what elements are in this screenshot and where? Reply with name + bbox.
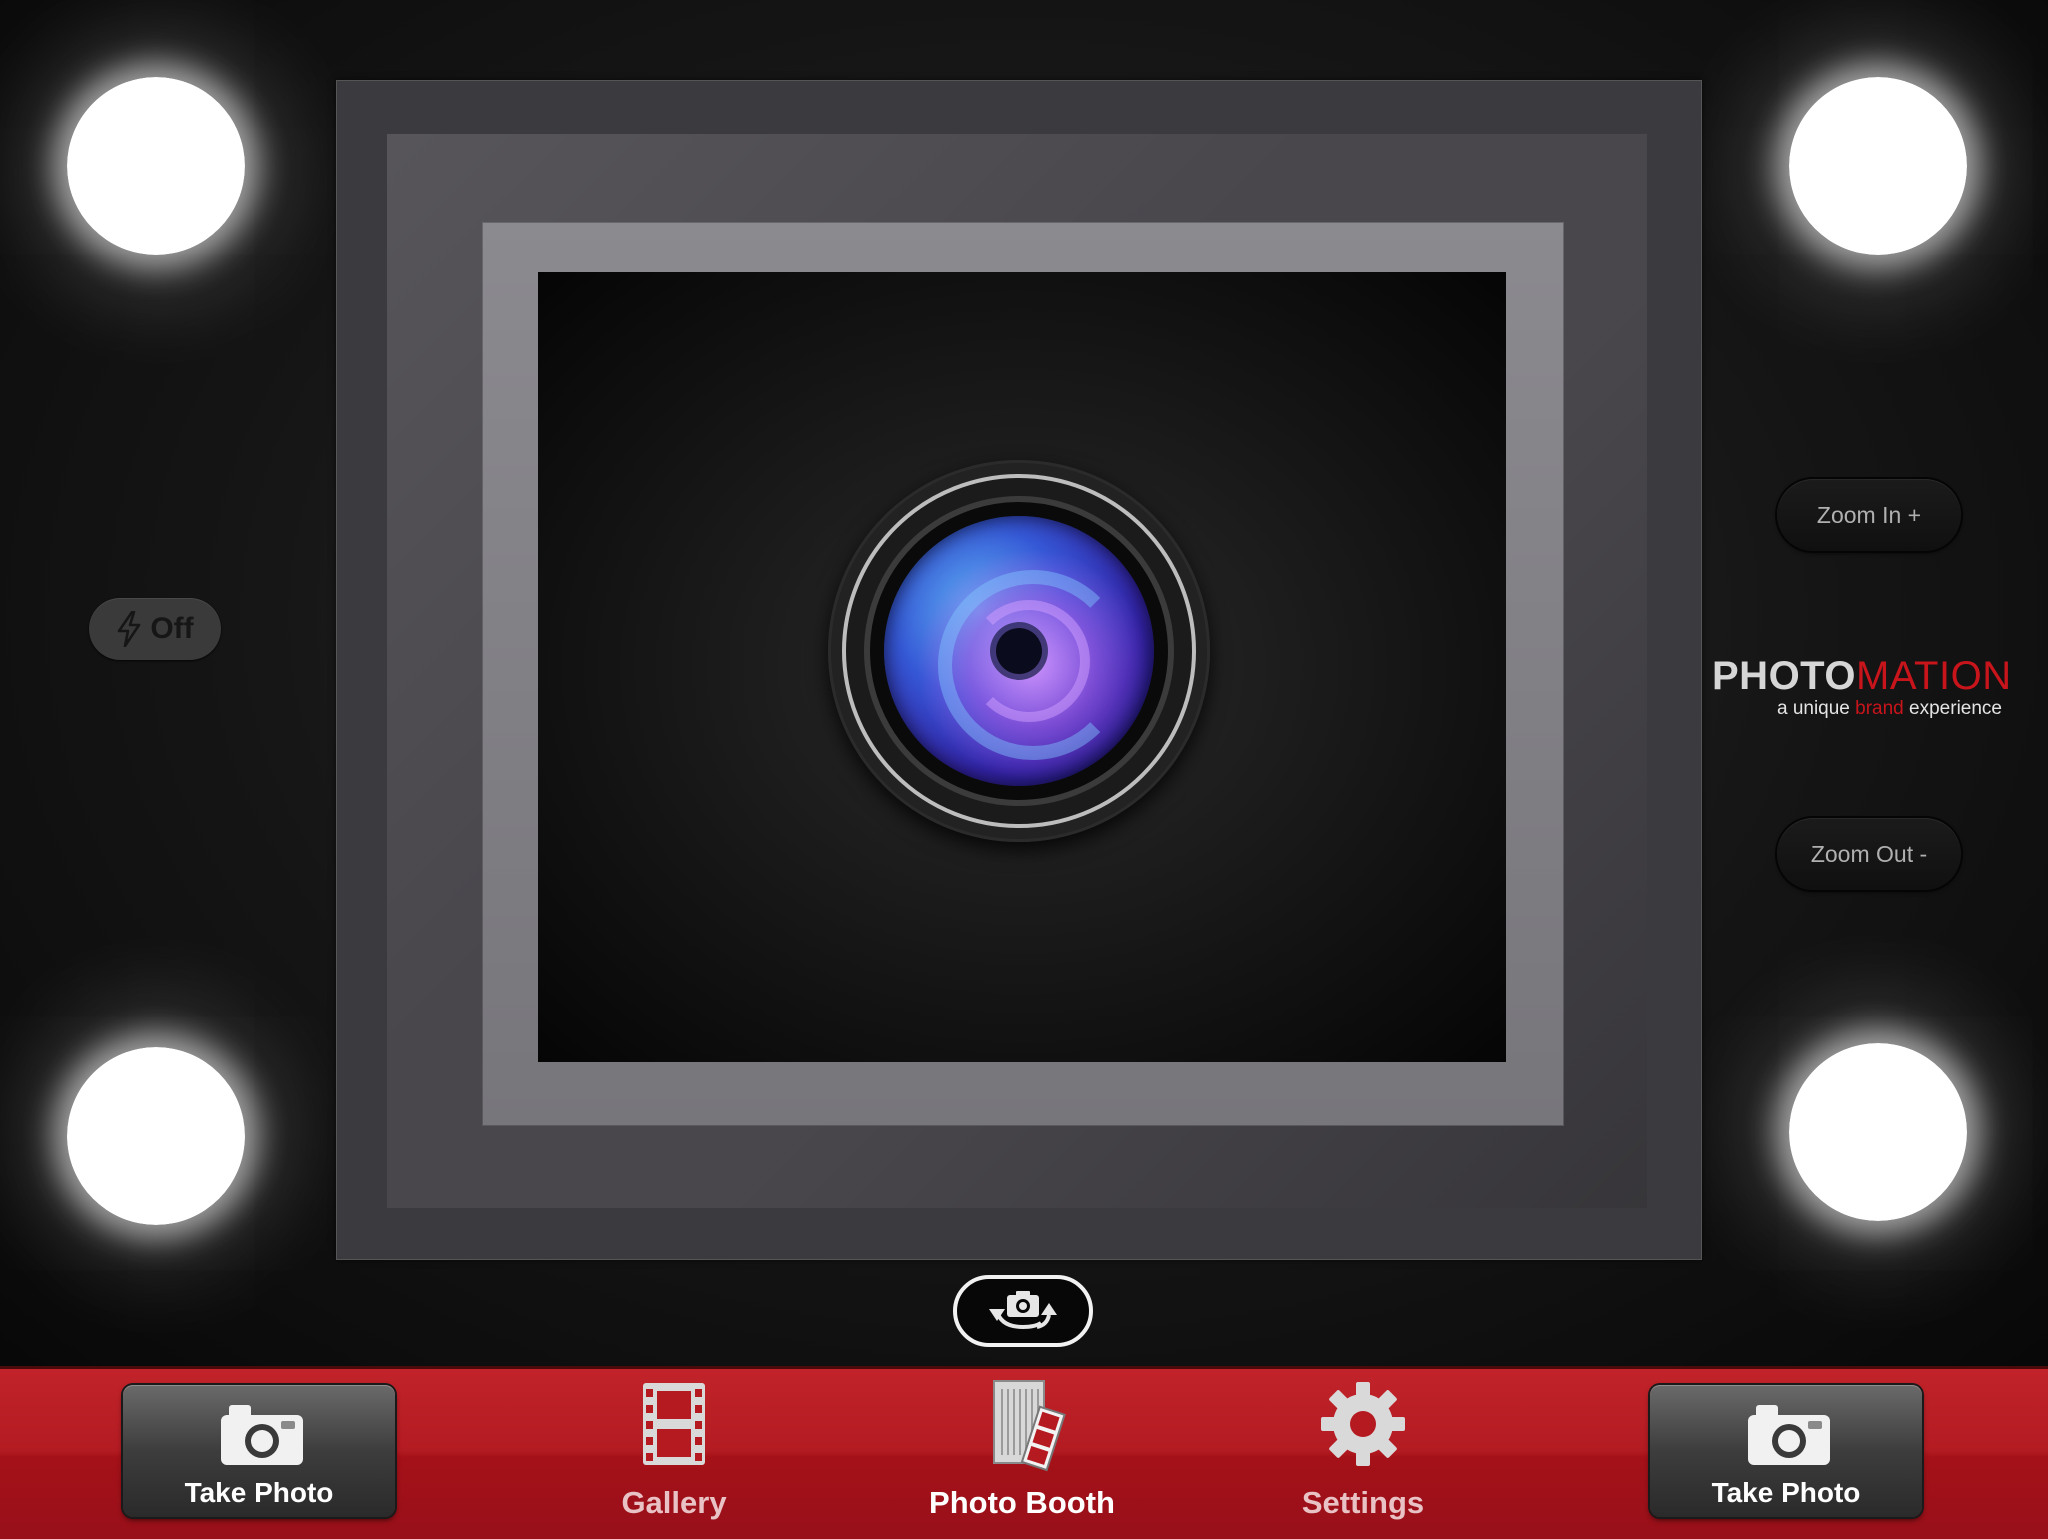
take-photo-button-left[interactable]: Take Photo [123,1385,395,1517]
camera-switch-icon [989,1291,1057,1330]
logo-word-part2: MATION [1856,654,2012,698]
take-photo-label-right: Take Photo [1711,1477,1861,1508]
photo-booth-stage: Off Zoom In + Zoom Out - PHOTOMATION a u… [0,0,2048,1366]
tab-gallery-label: Gallery [621,1485,727,1520]
photo-booth-icon [993,1380,1066,1472]
logo-word-part1: PHOTO [1712,654,1857,698]
tab-photo-booth-label: Photo Booth [929,1485,1115,1520]
studio-light-top-left [67,77,245,255]
tab-gallery[interactable]: Gallery [564,1379,784,1529]
camera-lens-icon [828,460,1210,842]
camera-icon [1748,1405,1830,1465]
gear-icon [1321,1382,1405,1466]
zoom-in-button[interactable]: Zoom In + [1777,479,1961,551]
photomation-logo: PHOTOMATION a unique brand experience [1712,654,2011,720]
studio-light-bottom-left [67,1047,245,1225]
logo-wordmark: PHOTOMATION [1712,654,2011,698]
lightning-icon [118,611,141,647]
studio-light-top-right [1789,77,1967,255]
film-strip-icon [643,1383,705,1465]
flash-label: Off [150,612,194,645]
flash-toggle[interactable]: Off [89,598,221,660]
zoom-out-button[interactable]: Zoom Out - [1777,818,1961,890]
tagline-pre: a unique [1776,698,1850,719]
studio-light-bottom-right [1789,1043,1967,1221]
tab-settings[interactable]: Settings [1253,1379,1473,1529]
tab-photo-booth[interactable]: Photo Booth [912,1379,1132,1529]
take-photo-label-left: Take Photo [184,1477,334,1508]
take-photo-button-right[interactable]: Take Photo [1650,1385,1922,1517]
tagline-brand: brand [1855,698,1904,719]
bottom-toolbar: Take Photo Gallery Photo Booth Settings … [0,1366,2048,1539]
switch-camera-button[interactable] [953,1275,1093,1347]
tagline-post: experience [1909,698,2002,719]
tab-settings-label: Settings [1301,1485,1425,1520]
camera-icon [221,1405,303,1465]
logo-tagline: a unique brand experience [1712,698,2002,720]
